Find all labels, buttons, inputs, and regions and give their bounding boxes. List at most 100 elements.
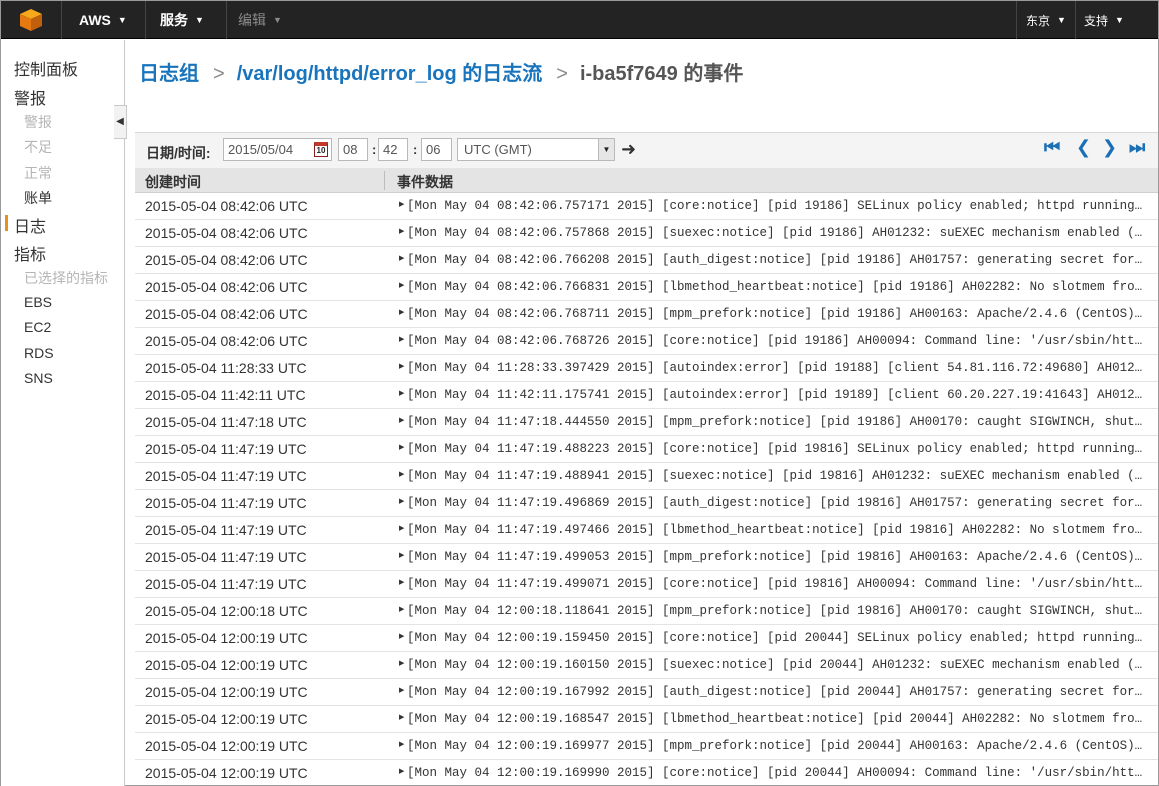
event-message: [Mon May 04 08:42:06.757171 2015] [core:… — [407, 199, 1148, 213]
table-row[interactable]: 2015-05-04 11:47:18 UTC ▶ [Mon May 04 11:4… — [135, 409, 1158, 436]
event-message: [Mon May 04 11:47:19.499071 2015] [core:… — [407, 577, 1148, 591]
chevron-down-icon: ▼ — [1057, 15, 1066, 25]
sidebar-item-metrics[interactable]: 指标 — [14, 241, 46, 265]
timezone-select[interactable]: UTC (GMT) ▼ — [457, 138, 615, 161]
table-row[interactable]: 2015-05-04 12:00:19 UTC ▶ [Mon May 04 12:0… — [135, 706, 1158, 733]
expand-triangle-icon[interactable]: ▶ — [399, 254, 404, 262]
expand-triangle-icon[interactable]: ▶ — [399, 632, 404, 640]
table-row[interactable]: 2015-05-04 08:42:06 UTC ▶ [Mon May 04 08:4… — [135, 301, 1158, 328]
sidebar-item-insufficient[interactable]: 不足 — [24, 137, 52, 157]
table-row[interactable]: 2015-05-04 11:47:19 UTC ▶ [Mon May 04 11:4… — [135, 544, 1158, 571]
edit-menu-label: 编辑 — [238, 12, 266, 28]
expand-triangle-icon[interactable]: ▶ — [399, 578, 404, 586]
table-row[interactable]: 2015-05-04 11:47:19 UTC ▶ [Mon May 04 11:4… — [135, 517, 1158, 544]
hour-input[interactable]: 08 — [338, 138, 368, 161]
event-timestamp: 2015-05-04 12:00:19 UTC — [145, 738, 308, 754]
services-menu[interactable]: 服务 ▼ — [160, 1, 204, 39]
expand-triangle-icon[interactable]: ▶ — [399, 470, 404, 478]
sidebar-item-sns[interactable]: SNS — [24, 370, 53, 386]
table-row[interactable]: 2015-05-04 11:47:19 UTC ▶ [Mon May 04 11:4… — [135, 490, 1158, 517]
minute-input[interactable]: 42 — [378, 138, 408, 161]
table-row[interactable]: 2015-05-04 11:28:33 UTC ▶ [Mon May 04 11:2… — [135, 355, 1158, 382]
expand-triangle-icon[interactable]: ▶ — [399, 443, 404, 451]
column-divider[interactable] — [384, 171, 385, 190]
table-row[interactable]: 2015-05-04 12:00:18 UTC ▶ [Mon May 04 12:0… — [135, 598, 1158, 625]
event-timestamp: 2015-05-04 11:47:18 UTC — [145, 414, 307, 430]
collapse-sidebar-button[interactable]: ◀ — [114, 105, 127, 139]
table-row[interactable]: 2015-05-04 12:00:19 UTC ▶ [Mon May 04 12:0… — [135, 652, 1158, 679]
table-row[interactable]: 2015-05-04 11:47:19 UTC ▶ [Mon May 04 11:4… — [135, 436, 1158, 463]
expand-triangle-icon[interactable]: ▶ — [399, 740, 404, 748]
minute-value: 42 — [383, 142, 398, 157]
last-page-icon[interactable]: ⏭ — [1129, 137, 1145, 158]
expand-triangle-icon[interactable]: ▶ — [399, 551, 404, 559]
edit-menu[interactable]: 编辑 ▼ — [238, 1, 282, 39]
expand-triangle-icon[interactable]: ▶ — [399, 227, 404, 235]
go-arrow-icon[interactable]: ➜ — [621, 139, 636, 160]
expand-triangle-icon[interactable]: ▶ — [399, 524, 404, 532]
event-message: [Mon May 04 11:47:19.497466 2015] [lbmet… — [407, 523, 1148, 537]
expand-triangle-icon[interactable]: ▶ — [399, 686, 404, 694]
page-title: i-ba5f7649 的事件 — [579, 63, 744, 85]
table-row[interactable]: 2015-05-04 08:42:06 UTC ▶ [Mon May 04 08:4… — [135, 193, 1158, 220]
expand-triangle-icon[interactable]: ▶ — [399, 308, 404, 316]
event-timestamp: 2015-05-04 08:42:06 UTC — [145, 225, 308, 241]
expand-triangle-icon[interactable]: ▶ — [399, 281, 404, 289]
chevron-down-icon: ▼ — [273, 15, 282, 25]
second-input[interactable]: 06 — [421, 138, 452, 161]
sidebar-item-dashboard[interactable]: 控制面板 — [14, 56, 78, 80]
table-row[interactable]: 2015-05-04 12:00:19 UTC ▶ [Mon May 04 12:0… — [135, 625, 1158, 652]
table-row[interactable]: 2015-05-04 12:00:19 UTC ▶ [Mon May 04 12:0… — [135, 679, 1158, 706]
sidebar-item-selected-metrics[interactable]: 已选择的指标 — [24, 268, 108, 288]
events-table-header: 创建时间 事件数据 — [135, 168, 1158, 193]
region-menu[interactable]: 东京 ▼ — [1026, 1, 1066, 39]
event-message: [Mon May 04 11:42:11.175741 2015] [autoi… — [407, 388, 1148, 402]
column-header-event[interactable]: 事件数据 — [397, 172, 453, 192]
breadcrumb-log-groups[interactable]: 日志组 — [139, 63, 199, 85]
table-row[interactable]: 2015-05-04 08:42:06 UTC ▶ [Mon May 04 08:4… — [135, 328, 1158, 355]
chevron-down-icon: ▼ — [598, 139, 614, 160]
date-input[interactable]: 2015/05/04 10 — [223, 138, 332, 161]
table-row[interactable]: 2015-05-04 08:42:06 UTC ▶ [Mon May 04 08:4… — [135, 220, 1158, 247]
previous-page-icon[interactable]: ❮ — [1076, 137, 1091, 158]
table-row[interactable]: 2015-05-04 11:47:19 UTC ▶ [Mon May 04 11:4… — [135, 463, 1158, 490]
first-page-icon[interactable]: ⏮ — [1044, 137, 1060, 158]
expand-triangle-icon[interactable]: ▶ — [399, 497, 404, 505]
table-row[interactable]: 2015-05-04 08:42:06 UTC ▶ [Mon May 04 08:4… — [135, 247, 1158, 274]
expand-triangle-icon[interactable]: ▶ — [399, 389, 404, 397]
expand-triangle-icon[interactable]: ▶ — [399, 605, 404, 613]
sidebar-item-logs[interactable]: 日志 — [14, 213, 46, 237]
table-row[interactable]: 2015-05-04 08:42:06 UTC ▶ [Mon May 04 08:4… — [135, 274, 1158, 301]
expand-triangle-icon[interactable]: ▶ — [399, 416, 404, 424]
sidebar-item-ok[interactable]: 正常 — [24, 163, 52, 183]
expand-triangle-icon[interactable]: ▶ — [399, 335, 404, 343]
expand-triangle-icon[interactable]: ▶ — [399, 713, 404, 721]
expand-triangle-icon[interactable]: ▶ — [399, 659, 404, 667]
aws-cube-icon[interactable] — [15, 8, 47, 32]
breadcrumb-log-streams[interactable]: /var/log/httpd/error_log 的日志流 — [237, 63, 543, 85]
table-row[interactable]: 2015-05-04 12:00:19 UTC ▶ [Mon May 04 12:0… — [135, 733, 1158, 760]
sidebar-item-ebs[interactable]: EBS — [24, 294, 52, 310]
expand-triangle-icon[interactable]: ▶ — [399, 767, 404, 775]
sidebar-item-alarm-state[interactable]: 警报 — [24, 112, 52, 132]
calendar-icon[interactable]: 10 — [314, 142, 328, 157]
sidebar-item-alarms[interactable]: 警报 — [14, 85, 46, 109]
event-timestamp: 2015-05-04 11:42:11 UTC — [145, 387, 306, 403]
event-timestamp: 2015-05-04 11:47:19 UTC — [145, 549, 307, 565]
event-timestamp: 2015-05-04 12:00:19 UTC — [145, 765, 308, 781]
expand-triangle-icon[interactable]: ▶ — [399, 200, 404, 208]
sidebar-item-rds[interactable]: RDS — [24, 345, 54, 361]
column-header-created[interactable]: 创建时间 — [145, 172, 201, 192]
event-timestamp: 2015-05-04 12:00:19 UTC — [145, 630, 308, 646]
sidebar-item-ec2[interactable]: EC2 — [24, 319, 51, 335]
expand-triangle-icon[interactable]: ▶ — [399, 362, 404, 370]
table-row[interactable]: 2015-05-04 11:42:11 UTC ▶ [Mon May 04 11:4… — [135, 382, 1158, 409]
table-row[interactable]: 2015-05-04 12:00:19 UTC ▶ [Mon May 04 12:0… — [135, 760, 1158, 786]
next-page-icon[interactable]: ❯ — [1102, 137, 1117, 158]
event-message: [Mon May 04 08:42:06.757868 2015] [suexe… — [407, 226, 1148, 240]
sidebar-item-billing[interactable]: 账单 — [24, 188, 52, 208]
support-menu[interactable]: 支持 ▼ — [1084, 1, 1124, 39]
event-message: [Mon May 04 12:00:19.168547 2015] [lbmet… — [407, 712, 1148, 726]
table-row[interactable]: 2015-05-04 11:47:19 UTC ▶ [Mon May 04 11:4… — [135, 571, 1158, 598]
aws-menu[interactable]: AWS ▼ — [79, 1, 127, 39]
